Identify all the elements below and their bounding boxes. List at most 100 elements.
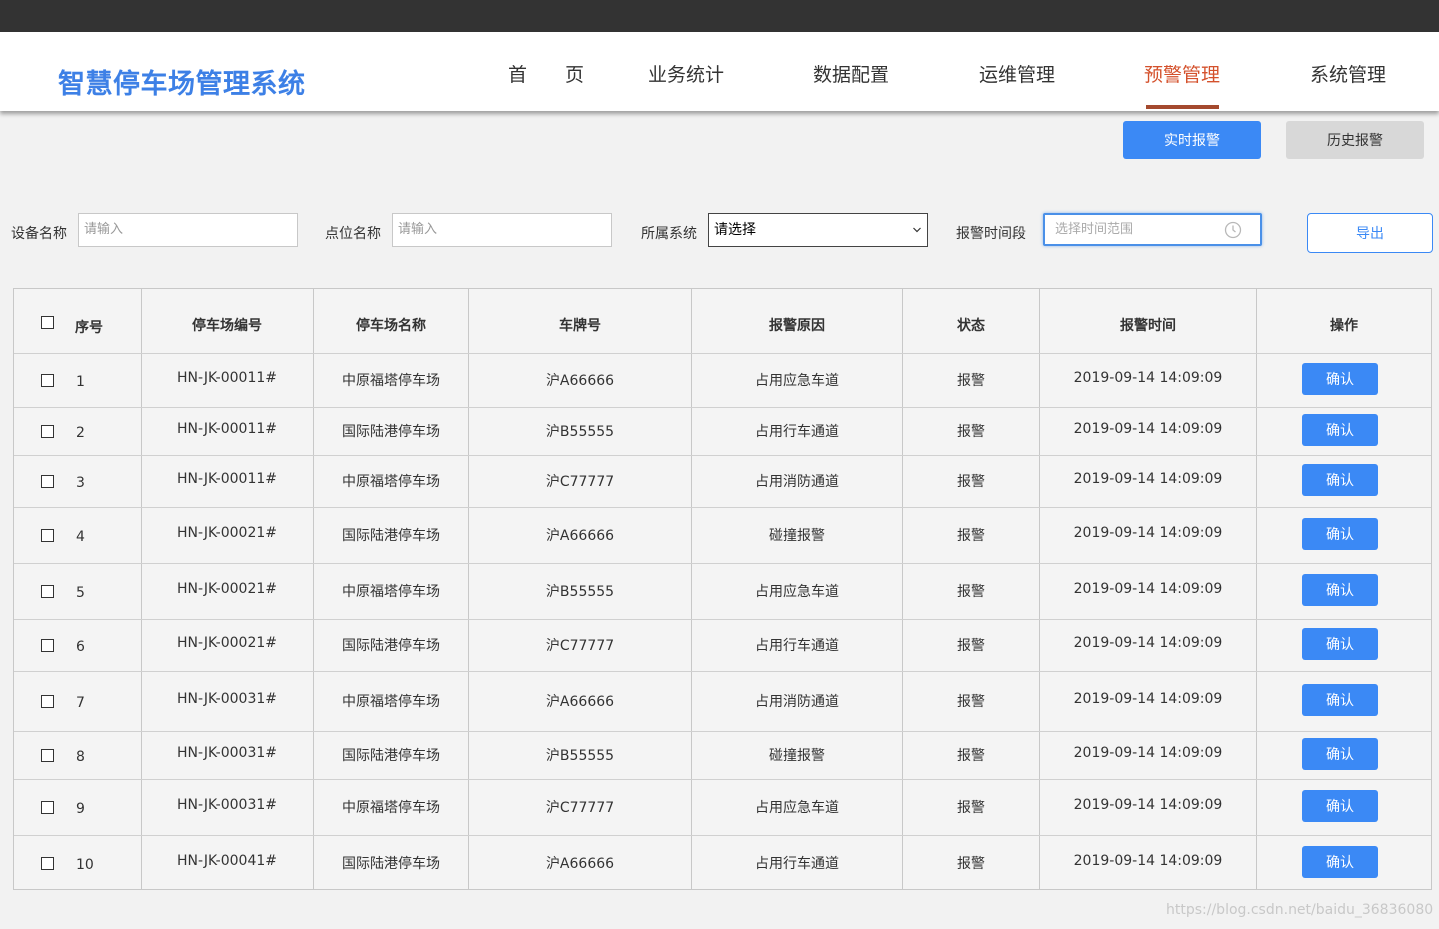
row-divider xyxy=(14,835,1431,836)
cell-lot-code: HN-JK-00031# xyxy=(177,797,277,813)
tab-history-alerts[interactable]: 历史报警 xyxy=(1286,121,1424,159)
table-row: 8 HN-JK-00031# 国际陆港停车场 沪B55555 碰撞报警 报警 2019-09… xyxy=(14,731,1431,779)
row-index: 8 xyxy=(76,749,85,765)
table-row: 1 HN-JK-00011# 中原福塔停车场 沪A66666 占用应急车道 报警 2019-… xyxy=(14,353,1431,407)
confirm-button[interactable]: 确认 xyxy=(1302,518,1378,550)
column-header-time: 报警时间 xyxy=(1120,318,1176,334)
table-row: 7 HN-JK-00031# 中原福塔停车场 沪A66666 占用消防通道 报警 2019-… xyxy=(14,671,1431,731)
row-checkbox[interactable] xyxy=(41,639,54,652)
export-button[interactable]: 导出 xyxy=(1307,213,1433,253)
cell-status: 报警 xyxy=(957,474,985,490)
cell-reason: 占用行车通道 xyxy=(755,638,839,654)
cell-reason: 占用消防通道 xyxy=(755,474,839,490)
row-checkbox[interactable] xyxy=(41,585,54,598)
device-name-input[interactable]: 请输入 xyxy=(78,213,298,247)
time-range-placeholder: 选择时间范围 xyxy=(1055,222,1134,237)
confirm-button[interactable]: 确认 xyxy=(1302,790,1378,822)
cell-reason: 占用应急车道 xyxy=(755,584,839,600)
cell-alert-time: 2019-09-14 14:09:09 xyxy=(1073,852,1223,869)
row-index: 3 xyxy=(76,475,85,491)
window-top-bar xyxy=(0,0,1439,32)
cell-lot-name: 国际陆港停车场 xyxy=(342,424,440,440)
alert-time-label: 报警时间段 xyxy=(956,226,1026,242)
cell-alert-time: 2019-09-14 14:09:09 xyxy=(1073,525,1223,541)
time-range-picker[interactable]: 选择时间范围 xyxy=(1043,213,1262,246)
confirm-button[interactable]: 确认 xyxy=(1302,738,1378,770)
column-header-reason: 报警原因 xyxy=(769,318,825,334)
chevron-down-icon xyxy=(913,227,921,233)
confirm-button[interactable]: 确认 xyxy=(1302,845,1378,878)
nav-item-ops[interactable]: 运维管理 xyxy=(979,60,1055,87)
cell-plate: 沪C77777 xyxy=(545,638,615,654)
cell-status: 报警 xyxy=(957,694,985,710)
nav-item-data-config[interactable]: 数据配置 xyxy=(813,60,889,87)
row-checkbox[interactable] xyxy=(41,425,54,438)
nav-item-home[interactable]: 首 页 xyxy=(508,60,584,87)
cell-status: 报警 xyxy=(957,800,985,816)
cell-lot-code: HN-JK-00011# xyxy=(177,421,277,437)
cell-lot-name: 中原福塔停车场 xyxy=(342,800,440,816)
cell-lot-code: HN-JK-00021# xyxy=(177,581,277,597)
column-header-lot-code: 停车场编号 xyxy=(192,318,262,334)
row-checkbox[interactable] xyxy=(41,374,54,387)
point-name-input[interactable]: 请输入 xyxy=(392,213,612,247)
row-checkbox[interactable] xyxy=(41,801,54,814)
tab-realtime-alerts[interactable]: 实时报警 xyxy=(1123,121,1261,159)
confirm-button[interactable]: 确认 xyxy=(1302,363,1378,395)
cell-plate: 沪B55555 xyxy=(545,584,615,600)
row-divider xyxy=(14,779,1431,780)
confirm-button[interactable]: 确认 xyxy=(1302,628,1378,660)
row-index: 1 xyxy=(76,374,85,390)
nav-item-business-stats[interactable]: 业务统计 xyxy=(648,60,724,87)
confirm-button[interactable]: 确认 xyxy=(1302,414,1378,446)
cell-status: 报警 xyxy=(957,584,985,600)
column-header-lot-name: 停车场名称 xyxy=(356,318,426,334)
cell-reason: 占用消防通道 xyxy=(755,694,839,710)
cell-plate: 沪B55555 xyxy=(545,748,615,764)
cell-status: 报警 xyxy=(957,855,985,872)
cell-plate: 沪A66666 xyxy=(545,528,615,544)
table-row: 3 HN-JK-00011# 中原福塔停车场 沪C77777 占用消防通道 报警 2019-… xyxy=(14,455,1431,507)
clock-icon xyxy=(1224,221,1242,239)
cell-lot-name: 国际陆港停车场 xyxy=(342,528,440,544)
row-index: 4 xyxy=(76,529,85,545)
row-index: 10 xyxy=(76,856,94,873)
row-index: 9 xyxy=(76,801,85,817)
row-checkbox[interactable] xyxy=(41,475,54,488)
confirm-button[interactable]: 确认 xyxy=(1302,464,1378,496)
cell-alert-time: 2019-09-14 14:09:09 xyxy=(1073,635,1223,651)
row-checkbox[interactable] xyxy=(41,695,54,708)
cell-plate: 沪A66666 xyxy=(545,855,615,872)
table-row: 10 HN-JK-00041# 国际陆港停车场 沪A66666 占用行车通道 报警 2019… xyxy=(14,835,1431,890)
table-row: 9 HN-JK-00031# 中原福塔停车场 沪C77777 占用应急车道 报警 2019-… xyxy=(14,779,1431,835)
nav-item-alert-management[interactable]: 预警管理 xyxy=(1144,60,1220,87)
confirm-button[interactable]: 确认 xyxy=(1302,684,1378,716)
system-select[interactable]: 请选择 xyxy=(708,213,928,247)
row-checkbox[interactable] xyxy=(41,529,54,542)
column-header-plate: 车牌号 xyxy=(559,318,601,334)
row-index: 6 xyxy=(76,639,85,655)
row-divider xyxy=(14,563,1431,564)
row-divider xyxy=(14,731,1431,732)
cell-status: 报警 xyxy=(957,638,985,654)
system-select-value: 请选择 xyxy=(714,222,756,238)
cell-reason: 碰撞报警 xyxy=(769,748,825,764)
app-title: 智慧停车场管理系统 xyxy=(58,69,306,100)
cell-plate: 沪B55555 xyxy=(545,424,615,440)
nav-item-system[interactable]: 系统管理 xyxy=(1310,60,1386,87)
confirm-button[interactable]: 确认 xyxy=(1302,574,1378,606)
cell-plate: 沪A66666 xyxy=(545,694,615,710)
cell-plate: 沪A66666 xyxy=(545,373,615,389)
table-row: 5 HN-JK-00021# 中原福塔停车场 沪B55555 占用应急车道 报警 2019-… xyxy=(14,563,1431,619)
row-checkbox[interactable] xyxy=(41,856,54,870)
column-header-status: 状态 xyxy=(957,318,985,334)
cell-status: 报警 xyxy=(957,748,985,764)
row-index: 2 xyxy=(76,425,85,441)
row-divider xyxy=(14,407,1431,408)
select-all-checkbox[interactable] xyxy=(41,316,54,329)
row-checkbox[interactable] xyxy=(41,749,54,762)
cell-reason: 占用行车通道 xyxy=(755,855,839,872)
cell-lot-code: HN-JK-00011# xyxy=(177,471,277,487)
row-index: 5 xyxy=(76,585,85,601)
app-header: 智慧停车场管理系统 首 页 业务统计 数据配置 运维管理 预警管理 系统管理 xyxy=(0,32,1439,111)
